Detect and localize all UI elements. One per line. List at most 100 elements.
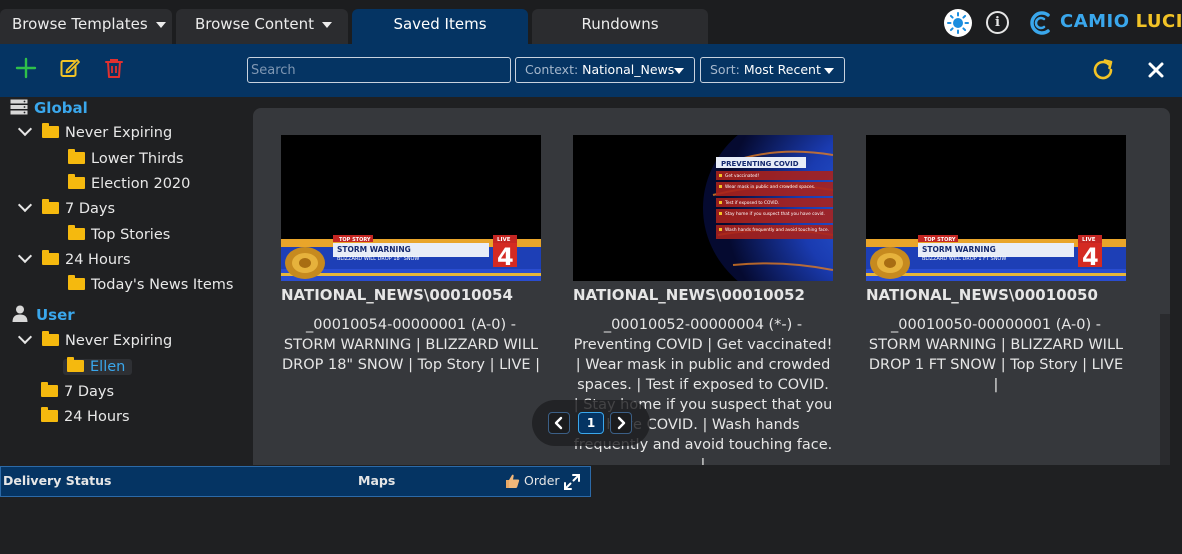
folder-icon [68,149,85,164]
folder-icon [41,382,58,397]
tree-folder-24-hours[interactable]: 24 Hours [17,248,131,271]
theme-toggle-button[interactable] [944,9,972,37]
sun-icon [947,12,969,34]
brand-logo-text: CAMIO LUCI [1060,11,1182,32]
tree-folder-never-expiring[interactable]: Never Expiring [17,121,173,144]
thumb-sub: BLIZZARD WILL DROP 18" SNOW [337,256,419,262]
tree-folder-ellen[interactable]: Ellen [63,356,133,378]
tree-folder-label: Top Stories [91,227,171,243]
tree-folder-label: Lower Thirds [91,151,184,167]
thumb-headline: STORM WARNING [922,245,996,254]
item-thumbnail[interactable]: TOP STORY STORM WARNING BLIZZARD WILL DR… [866,135,1126,281]
folder-icon [68,174,85,189]
tree-folder-election-2020[interactable]: Election 2020 [68,173,190,195]
sort-label: Sort: [710,62,740,77]
tab-label: Browse Content [195,15,315,33]
storm-warning-thumbnail: TOP STORY STORM WARNING BLIZZARD WILL DR… [281,135,541,281]
thumb-headline: STORM WARNING [337,245,411,254]
caret-down-icon [322,21,333,28]
sort-dropdown[interactable]: Sort: Most Recent [700,57,845,83]
folder-icon [68,275,85,290]
saved-item-card[interactable]: TOP STORY STORM WARNING BLIZZARD WILL DR… [866,135,1126,395]
page-number-button[interactable]: 1 [578,412,604,434]
scrollbar[interactable] [1160,314,1170,465]
tab-browse-templates[interactable]: Browse Templates [0,9,172,44]
info-icon[interactable]: i [986,11,1009,34]
maps-tab[interactable]: Maps [358,473,395,488]
expand-icon[interactable] [563,473,581,491]
tree-folder-top-stories[interactable]: Top Stories [68,224,170,246]
tab-rundowns[interactable]: Rundowns [532,9,708,44]
tree-folder-label: 24 Hours [64,409,130,425]
tree-folder-user-24-hours[interactable]: 24 Hours [41,406,130,428]
item-description: _00010050-00000001 (A-0) - STORM WARNING… [868,317,1124,393]
tab-label: Saved Items [393,15,487,33]
thumb-tag: TOP STORY [339,237,371,243]
user-icon [12,305,28,322]
tree-folder-lower-thirds[interactable]: Lower Thirds [68,148,184,170]
caret-down-icon [674,68,684,74]
tab-label: Browse Templates [12,15,148,33]
tree-folder-label: 24 Hours [65,252,131,268]
chevron-down-icon[interactable] [17,197,33,213]
server-icon [10,99,28,115]
plus-icon[interactable] [14,56,38,80]
context-label: Context: [525,62,579,77]
saved-items-grid: TOP STORY STORM WARNING BLIZZARD WILL DR… [253,108,1170,465]
tree-folder-label: Today's News Items [91,277,234,293]
item-thumbnail[interactable]: TOP STORY STORM WARNING BLIZZARD WILL DR… [281,135,541,281]
caret-down-icon [824,68,834,74]
thumb-tag: TOP STORY [924,237,956,243]
thumb-channel: 4 [497,243,514,271]
thumb-bullet: Test if exposed to COVID. [724,200,779,206]
refresh-icon[interactable] [1090,57,1116,83]
thumb-sub: BLIZZARD WILL DROP 1 FT SNOW [922,256,1006,262]
chevron-down-icon[interactable] [17,329,33,345]
thumb-channel: 4 [1082,243,1099,271]
tab-saved-items[interactable]: Saved Items [352,9,528,44]
tab-browse-content[interactable]: Browse Content [176,9,348,44]
tree-folder-7-days[interactable]: 7 Days [17,197,115,220]
tree-folder-todays-news[interactable]: Today's News Items [68,274,233,296]
tree-section-global[interactable]: Global [10,97,88,119]
selected-folder[interactable]: Ellen [63,357,133,375]
item-title: NATIONAL_NEWS\00010054 [281,286,513,304]
delivery-status-tab[interactable]: Delivery Status [3,473,111,488]
bottom-panel-bar: Delivery Status Maps Order [0,466,591,497]
saved-item-card[interactable]: TOP STORY STORM WARNING BLIZZARD WILL DR… [281,135,541,375]
tree-folder-user-never-expiring[interactable]: Never Expiring [17,329,173,352]
tree-folder-label: Never Expiring [65,125,173,141]
camio-logo-icon [1030,11,1050,35]
folder-icon [67,357,84,372]
next-page-button[interactable] [610,412,632,434]
tree-folder-label: 7 Days [64,384,115,400]
folder-icon [42,331,59,346]
trash-icon[interactable] [102,56,126,80]
tree-section-user[interactable]: User [12,304,75,326]
search-input[interactable] [247,57,511,83]
order-button[interactable]: Order [524,473,560,488]
context-dropdown[interactable]: Context: National_News [515,57,695,83]
tree-section-label: User [36,306,75,324]
tree-section-label: Global [34,99,88,117]
thumb-bullet: Stay home if you suspect that you have c… [725,211,825,217]
pagination: 1 [532,400,650,446]
tree-folder-user-7-days[interactable]: 7 Days [41,381,114,403]
chevron-down-icon[interactable] [17,248,33,264]
close-icon[interactable] [1145,59,1167,81]
item-title: NATIONAL_NEWS\00010052 [573,286,805,304]
prev-page-button[interactable] [548,412,570,434]
thumb-bullet: Wear mask in public and crowded spaces. [725,184,815,190]
top-tab-bar: Browse Templates Browse Content Saved It… [0,0,1182,44]
item-title: NATIONAL_NEWS\00010050 [866,286,1098,304]
item-description: _00010054-00000001 (A-0) - STORM WARNING… [281,317,541,373]
tree-folder-label: Never Expiring [65,333,173,349]
brand-secondary: LUCI [1135,11,1182,32]
thumbs-up-icon [506,474,520,488]
brand-primary: CAMIO [1060,11,1130,32]
item-thumbnail[interactable]: PREVENTING COVID Get vaccinated! Wear ma… [573,135,833,281]
storm-warning-thumbnail: TOP STORY STORM WARNING BLIZZARD WILL DR… [866,135,1126,281]
tab-label: Rundowns [581,15,659,33]
chevron-down-icon[interactable] [17,121,33,137]
edit-icon[interactable] [58,56,82,80]
